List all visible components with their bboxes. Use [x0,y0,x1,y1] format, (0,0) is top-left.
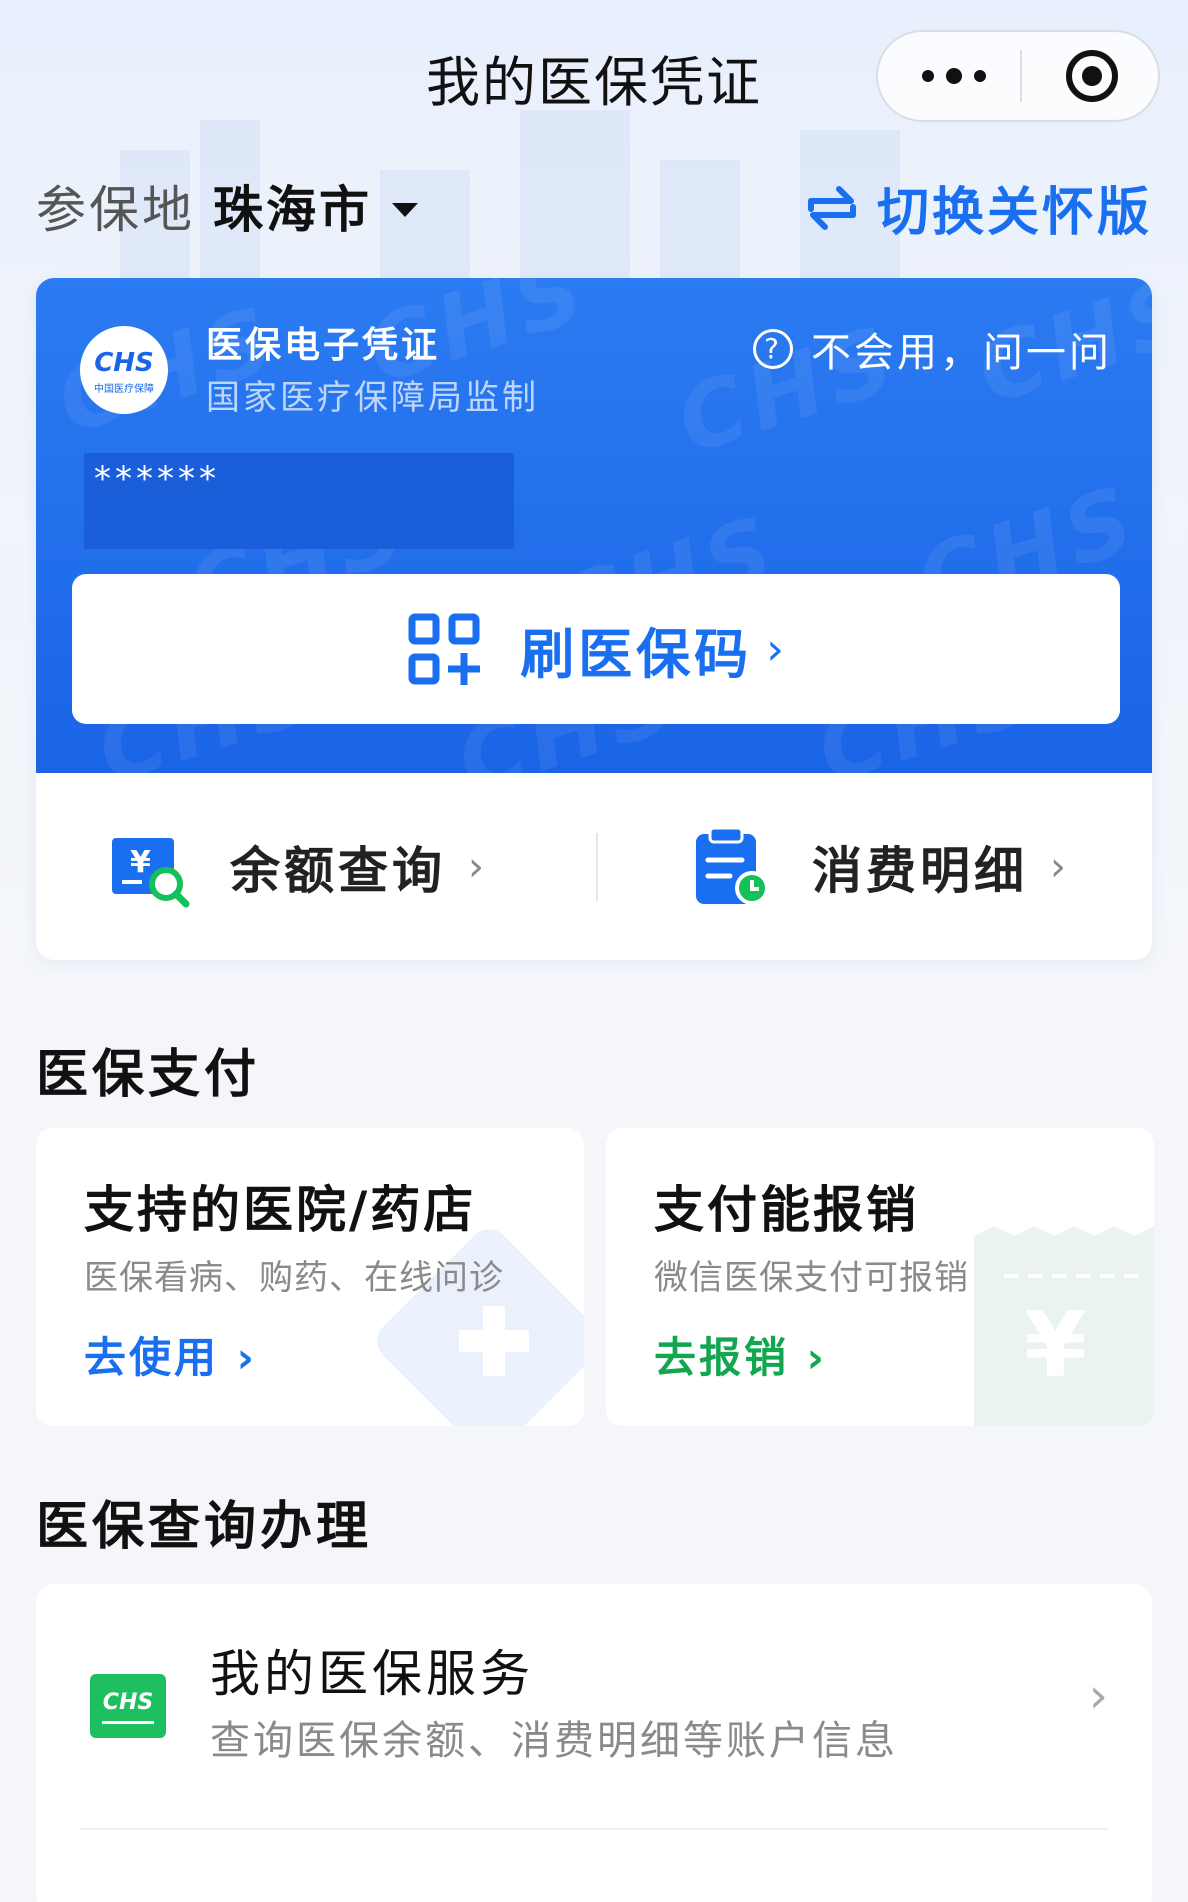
card-subtitle: 国家医疗保障局监制 [206,378,539,418]
medical-cross-decoration [377,1229,584,1426]
page: 我的医保凭证 参保地 珠海市 切换关怀版 CHS CHS CHS CHS CHS … [0,0,1188,1902]
masked-name-block: ****** [84,453,514,549]
supported-hospitals-title: 支持的医院/药店 [84,1181,477,1239]
go-use-link[interactable]: 去使用 › [84,1324,257,1385]
my-insurance-service-item[interactable]: CHS 我的医保服务 查询医保余额、消费明细等账户信息 › [36,1584,1152,1902]
help-icon: ? [753,329,793,369]
card-title: 医保电子凭证 [206,325,441,366]
actions-divider [596,833,598,901]
service-subtitle: 查询医保余额、消费明细等账户信息 [210,1718,898,1764]
chs-logo-text: CHS [94,348,154,378]
go-reimburse-label: 去报销 [654,1333,790,1382]
list-divider [80,1828,1108,1830]
service-title: 我的医保服务 [210,1645,534,1703]
balance-query-button[interactable]: ¥ 余额查询 › [108,773,484,960]
chevron-right-icon: › [1050,843,1066,890]
supported-hospitals-card[interactable]: 支持的医院/药店 医保看病、购药、在线问诊 去使用 › [36,1128,584,1426]
location-label: 参保地 [36,181,195,239]
more-icon[interactable] [914,58,994,94]
consumption-details-button[interactable]: 消费明细 › [690,773,1066,960]
chevron-right-icon: › [789,1333,827,1382]
go-reimburse-link[interactable]: 去报销 › [654,1324,827,1385]
chs-logo: CHS [90,1674,166,1738]
switch-care-mode-button[interactable]: 切换关怀版 [803,170,1152,245]
card-header: CHS CHS CHS CHS CHS CHS CHS CHS CHS CHS … [36,278,1152,773]
mini-program-capsule [876,30,1160,122]
scan-code-button[interactable]: 刷医保码 › [72,574,1120,724]
svg-text:¥: ¥ [1024,1293,1087,1398]
chevron-right-icon: › [219,1333,257,1382]
close-icon[interactable] [1064,48,1120,104]
consumption-details-label: 消费明细 [812,841,1028,900]
svg-text:¥: ¥ [130,845,151,880]
location-city[interactable]: 珠海市 [213,181,372,239]
payment-section-title: 医保支付 [36,1045,261,1105]
switch-icon [807,185,856,230]
chevron-right-icon: › [1088,1668,1108,1724]
chs-logo-subtext: 中国医疗保障 [94,384,154,395]
scan-code-label: 刷医保码 [520,622,753,686]
reimbursement-title: 支付能报销 [654,1181,919,1239]
receipt-decoration: ¥ [974,1226,1154,1426]
help-label: 不会用，问一问 [811,330,1112,376]
medical-insurance-card: CHS CHS CHS CHS CHS CHS CHS CHS CHS CHS … [36,278,1152,960]
payment-reimbursement-card[interactable]: ¥ 支付能报销 微信医保支付可报销 去报销 › [606,1128,1154,1426]
caret-down-icon [392,202,418,217]
chevron-right-icon: › [766,623,784,675]
balance-query-label: 余额查询 [230,841,446,900]
go-use-label: 去使用 [84,1333,220,1382]
services-section-title: 医保查询办理 [36,1497,373,1557]
balance-icon: ¥ [112,837,190,907]
qr-code-icon [408,613,481,685]
bill-icon [696,826,769,905]
help-button[interactable]: ? 不会用，问一问 [753,320,1112,378]
chs-logo: CHS 中国医疗保障 [80,326,168,414]
location-selector[interactable]: 参保地 珠海市 [36,170,418,242]
switch-care-mode-label: 切换关怀版 [876,183,1152,243]
reimbursement-subtitle: 微信医保支付可报销 [654,1258,969,1298]
chevron-right-icon: › [468,843,484,890]
supported-hospitals-subtitle: 医保看病、购药、在线问诊 [84,1258,504,1298]
card-actions: ¥ 余额查询 › 消费明细 › [36,773,1152,960]
masked-name: ****** [94,459,220,499]
capsule-divider [1020,50,1022,102]
